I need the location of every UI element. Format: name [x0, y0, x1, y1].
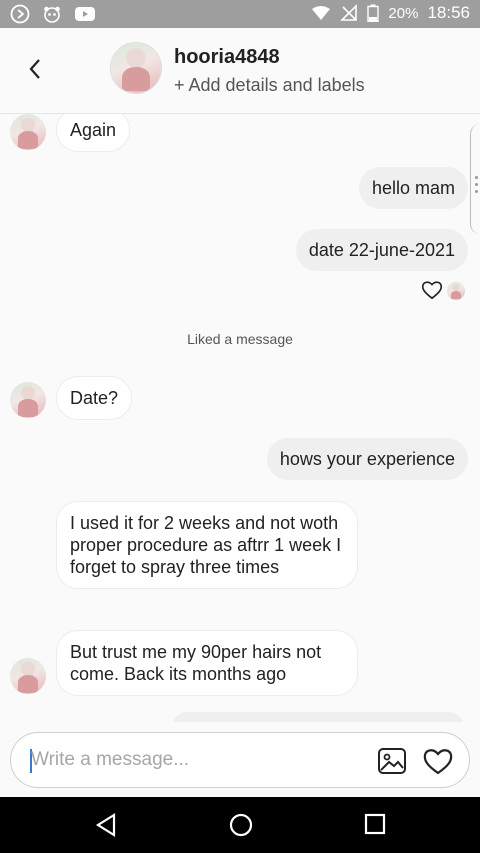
message-outgoing-partial[interactable] [172, 712, 464, 722]
message-thread[interactable]: Again hello mam date 22-june-2021 Liked … [0, 114, 480, 722]
youtube-icon [75, 7, 95, 21]
status-right-icons: 20% 18:56 [311, 3, 470, 23]
profile-avatar[interactable] [110, 42, 162, 94]
message-incoming[interactable]: Date? [56, 376, 133, 420]
status-bar: 20% 18:56 [0, 0, 480, 28]
nav-recents-icon[interactable] [364, 813, 386, 835]
wifi-icon [312, 6, 331, 21]
like-icon[interactable] [423, 746, 453, 776]
message-outgoing[interactable]: hows your experience [266, 438, 468, 480]
message-incoming[interactable]: But trust me my 90per hairs not come. Ba… [56, 630, 358, 696]
add-details-link[interactable]: + Add details and labels [174, 75, 365, 96]
message-outgoing[interactable]: hello mam [358, 167, 468, 209]
chevron-left-icon [29, 59, 40, 79]
panda-icon [44, 6, 60, 23]
nav-back-icon[interactable] [94, 812, 118, 838]
sender-avatar[interactable] [10, 382, 46, 418]
message-incoming[interactable]: Again [56, 114, 131, 152]
no-signal-icon [340, 4, 358, 21]
message-outgoing[interactable]: date 22-june-2021 [295, 229, 468, 271]
sender-avatar[interactable] [10, 114, 46, 150]
nav-home-icon[interactable] [228, 812, 254, 838]
scroll-dots-icon[interactable] [475, 176, 478, 193]
navigation-arrow-icon [10, 4, 30, 24]
chat-header: hooria4848 + Add details and labels [0, 28, 480, 114]
message-input[interactable] [31, 745, 351, 775]
message-composer [10, 732, 470, 788]
liked-message-note: Liked a message [187, 331, 293, 347]
battery-icon [367, 4, 380, 22]
back-button[interactable] [20, 54, 50, 84]
heart-reaction-icon[interactable] [421, 280, 443, 300]
battery-percentage: 20% [388, 4, 419, 22]
system-navigation-bar [0, 797, 480, 853]
status-time: 18:56 [427, 3, 470, 22]
sender-avatar[interactable] [10, 658, 46, 694]
message-incoming[interactable]: I used it for 2 weeks and not woth prope… [56, 501, 358, 589]
seen-avatar [447, 282, 465, 300]
status-left-icons [10, 4, 96, 24]
profile-username[interactable]: hooria4848 [174, 46, 280, 69]
gallery-icon[interactable] [376, 745, 408, 777]
